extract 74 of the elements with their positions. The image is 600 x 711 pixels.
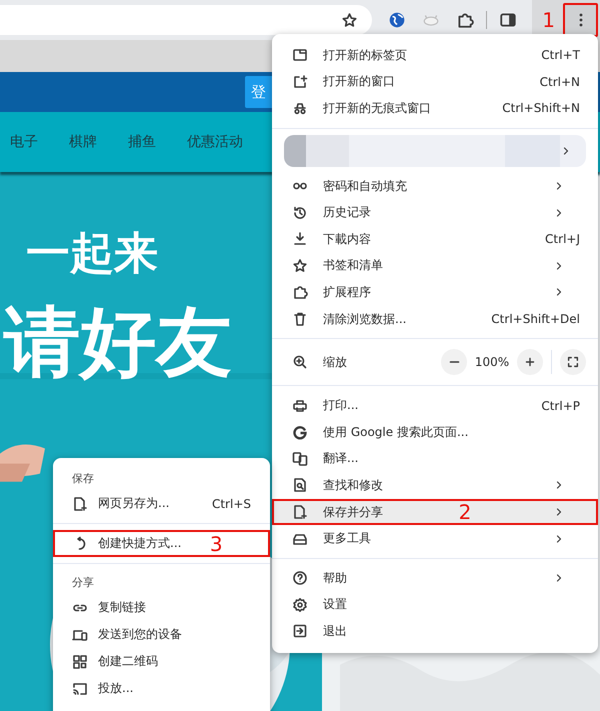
settings-icon: [292, 596, 308, 613]
help-icon: [292, 570, 308, 586]
menu-item[interactable]: 投放...: [53, 675, 270, 702]
menu-item[interactable]: 更多工具: [272, 525, 598, 552]
minus-icon: [448, 361, 460, 364]
tab-icon: [292, 47, 308, 64]
shortcut-text: Ctrl+S: [212, 496, 251, 510]
translate-icon: [292, 450, 308, 467]
shortcut-text: Ctrl+J: [545, 232, 580, 246]
save-page-icon: [292, 504, 308, 520]
shortcut-text: Ctrl+P: [541, 398, 580, 413]
menu-item[interactable]: 创建二维码: [53, 648, 270, 675]
nav-link[interactable]: 电子: [10, 133, 38, 151]
incognito-icon: [292, 100, 308, 116]
menu-item[interactable]: 查找和修改: [272, 472, 598, 499]
download-icon: [292, 231, 308, 248]
section-heading: 保存: [71, 470, 95, 486]
trash-icon: [292, 311, 308, 328]
menu-item[interactable]: 历史记录: [272, 199, 598, 226]
window-plus-icon: [292, 74, 308, 90]
section-heading: 分享: [71, 574, 95, 590]
menu-item[interactable]: 密码和自动填充: [272, 172, 598, 200]
menu-item[interactable]: 翻译...: [272, 446, 598, 472]
more-icon: [578, 12, 582, 28]
menu-item[interactable]: 创建快捷方式... 3: [53, 530, 270, 557]
annotation-number: 3: [210, 534, 223, 554]
zoom-in-button[interactable]: [517, 349, 543, 376]
zoom-value: 100%: [474, 355, 510, 370]
menu-item[interactable]: 下載内容 Ctrl+J: [272, 226, 598, 253]
headline: 一起来: [25, 232, 158, 276]
nav-link[interactable]: 棋牌: [69, 133, 97, 151]
menu-item[interactable]: 清除浏览数据... Ctrl+Shift+Del: [272, 306, 598, 332]
zoom-out-button[interactable]: [441, 349, 467, 376]
annotation-number: 2: [458, 502, 472, 522]
zoom-in-icon: [292, 354, 308, 370]
menu-item[interactable]: 设置: [272, 592, 598, 618]
menu-item[interactable]: 帮助: [272, 564, 598, 592]
cast-icon: [72, 680, 88, 696]
annotation-number: 1: [542, 10, 555, 30]
menu-item[interactable]: 网页另存为... Ctrl+S: [53, 490, 270, 517]
save-page-icon: [72, 496, 88, 512]
menu-item[interactable]: 退出: [272, 618, 598, 645]
globe-icon[interactable]: [388, 11, 406, 29]
menu-button[interactable]: [563, 3, 598, 37]
shortcut-text: Ctrl+Shift+N: [502, 101, 580, 116]
puzzle-icon: [292, 284, 308, 300]
zoom-label: 缩放: [323, 354, 348, 371]
find-page-icon: [292, 477, 308, 494]
nav-link[interactable]: 优惠活动: [187, 133, 243, 151]
headline: 请好友: [2, 304, 232, 380]
menu-item[interactable]: 书签和清单: [272, 252, 598, 280]
shortcut-text: Ctrl+N: [540, 74, 580, 89]
menu-item[interactable]: 打开新的标签页 Ctrl+T: [272, 42, 598, 69]
qr-code-icon: [72, 654, 88, 670]
side-panel-icon[interactable]: [499, 11, 517, 29]
menu-item[interactable]: 扩展程序: [272, 279, 598, 306]
nav-link[interactable]: 捕鱼: [128, 133, 156, 151]
exit-icon: [292, 623, 308, 640]
history-icon: [292, 204, 308, 221]
shortcut-text: Ctrl+T: [541, 48, 580, 62]
star-icon: [292, 258, 308, 274]
fullscreen-button[interactable]: [560, 349, 586, 376]
address-field[interactable]: [0, 5, 372, 35]
menu-item[interactable]: 保存并分享 2: [272, 498, 598, 526]
shortcut-text: Ctrl+Shift+Del: [491, 312, 580, 326]
menu-item[interactable]: 使用 Google 搜索此页面...: [272, 418, 598, 446]
menu-item[interactable]: 打印... Ctrl+P: [272, 392, 598, 419]
fullscreen-icon: [566, 355, 580, 370]
puzzle-icon[interactable]: [456, 11, 474, 29]
g-icon: [292, 424, 308, 440]
menu-item[interactable]: 复制链接: [53, 594, 270, 621]
printer-icon: [292, 398, 308, 414]
menu-item[interactable]: 发送到您的设备: [53, 621, 270, 648]
star-icon: [341, 12, 358, 28]
